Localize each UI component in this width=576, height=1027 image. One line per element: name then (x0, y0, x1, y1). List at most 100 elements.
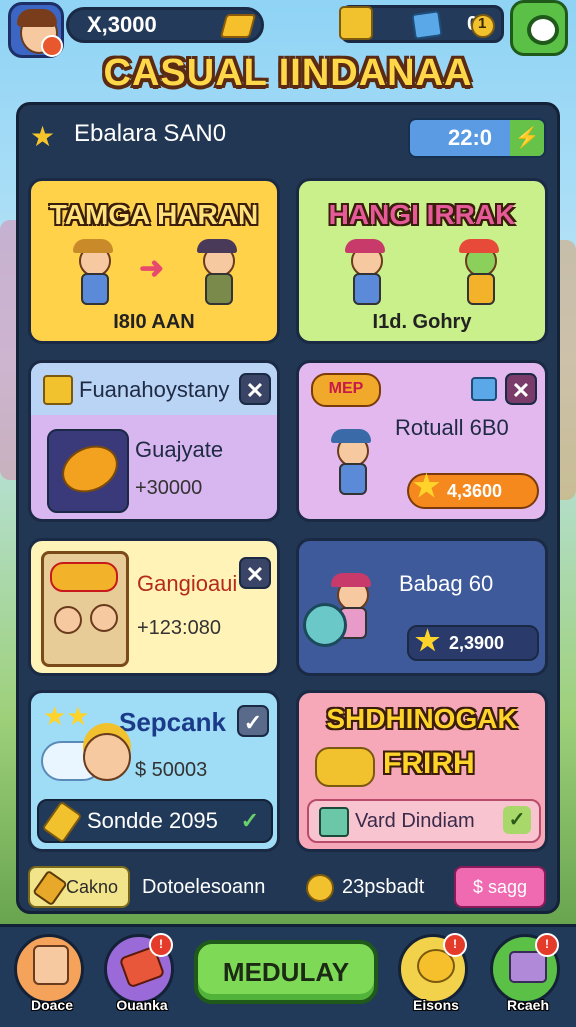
event-card-2-title: HANGI IRRAK (328, 199, 516, 230)
coin-stack-icon (306, 874, 334, 902)
shop-card-7[interactable]: ★★ Sepcank ✓ $ 50003 Sondde 2095 ✓ (28, 690, 280, 852)
shop-card-7-button[interactable]: Sondde 2095 ✓ (37, 799, 273, 844)
boost-icon: ⚡ (510, 120, 544, 156)
panel-header: ★ Ebalara SAN0 22:0 ⚡ (18, 108, 558, 162)
character-green-creature-icon (457, 237, 501, 307)
coin-balance[interactable]: X,3000 (66, 7, 264, 43)
shop-card-7-button-label: Sondde 2095 (87, 808, 218, 833)
character-runner-icon (343, 237, 387, 307)
close-icon[interactable]: ✕ (239, 557, 271, 589)
buy-button[interactable]: $ sagg (454, 866, 546, 908)
shop-card-4-price-button[interactable]: ★ 4,3600 (407, 470, 539, 509)
chat-bubble-icon (527, 15, 559, 45)
star-icon: ★ (415, 625, 441, 656)
close-icon[interactable]: ✕ (239, 373, 271, 405)
shop-card-8[interactable]: SHDHINOGAK FRIRH Vard Dindiam ✓ (296, 690, 548, 852)
shop-card-6-price: 2,3900 (449, 633, 505, 653)
star-icon: ★ (30, 121, 56, 152)
shop-card-7-heading: Sepcank (119, 707, 226, 737)
coin-balance-value: X,3000 (87, 12, 157, 37)
wrapped-candy-icon (315, 747, 375, 787)
nav-events[interactable]: ! Eisons (398, 933, 468, 1013)
notification-badge: ! (535, 933, 559, 957)
event-card-1[interactable]: TAMGA HARAN ➜ I8I0 AAN (28, 178, 280, 344)
gem-icon (319, 807, 349, 837)
event-card-1-subtitle: I8I0 AAN (113, 311, 195, 333)
resource-coin-value: 1 (478, 15, 487, 32)
buy-button-label: $ sagg (472, 877, 528, 897)
shop-card-8-button-label: Vard Dindiam (355, 810, 475, 832)
panel-title: Ebalara SAN0 (74, 120, 227, 147)
shop-card-3-heading: Fuanahoystany (79, 377, 230, 402)
shop-card-6[interactable]: Babag 60 ★ 2,3900 (296, 538, 548, 676)
shop-card-7-price: $ 50003 (135, 759, 208, 781)
game-title: CASUAL IINDANAA (103, 52, 473, 94)
shop-card-6-price-button[interactable]: ★ 2,3900 (407, 625, 539, 661)
check-icon: ✓ (240, 808, 259, 833)
gem-box-icon (411, 10, 443, 40)
home-character-icon (33, 945, 69, 985)
stars-icon: ★★ (43, 701, 90, 731)
nav-events-label: Eisons (413, 997, 459, 1013)
shop-card-4[interactable]: MEP ✕ Rotuall 6B0 ★ 4,3600 (296, 360, 548, 522)
treasure-box-icon (339, 6, 373, 40)
gem-box-icon (471, 377, 497, 401)
bottom-row-coin-text: 23psbadt (342, 876, 425, 898)
resource-counter[interactable]: 0 1 (339, 5, 504, 43)
sword-icon (32, 869, 68, 907)
shop-card-8-button[interactable]: Vard Dindiam ✓ (307, 799, 541, 843)
shop-card-8-title-line2: FRIRH (383, 747, 475, 780)
sword-icon (41, 800, 83, 844)
character-pair-icon (41, 551, 129, 667)
nav-chest[interactable]: ! Rcaeh (490, 933, 560, 1013)
shop-card-8-title-line1: SHDHINOGAK (326, 703, 518, 734)
event-card-2[interactable]: HANGI IRRAK I1d. Gohry (296, 178, 548, 344)
arrow-right-icon: ➜ (139, 252, 165, 285)
shop-card-8-title: SHDHINOGAK (299, 703, 545, 735)
mep-tag-label: MEP (328, 380, 364, 397)
timer-badge[interactable]: 22:0 ⚡ (408, 118, 546, 158)
chat-button[interactable] (510, 0, 568, 56)
avatar-hair (17, 9, 57, 27)
nav-home[interactable]: Doace (14, 934, 84, 1013)
character-blonde-icon (83, 733, 131, 781)
event-card-1-title: TAMGA HARAN (49, 199, 259, 230)
shop-card-4-price: 4,3600 (447, 481, 503, 501)
check-icon: ✓ (503, 806, 531, 834)
shop-card-3-price: +30000 (135, 477, 203, 499)
cakno-button-label: Cakno (66, 877, 119, 897)
close-icon[interactable]: ✕ (505, 373, 537, 405)
play-button[interactable]: MEDULAY (194, 940, 378, 1004)
cakno-button[interactable]: Cakno (28, 866, 130, 908)
shop-card-5[interactable]: Gangioaui +123:080 ✕ (28, 538, 280, 676)
check-icon[interactable]: ✓ (237, 705, 269, 737)
shop-card-4-item: Rotuall 6B0 (395, 415, 509, 440)
bottom-row-text: Dotoelesoann (142, 876, 266, 898)
play-button-label: MEDULAY (222, 957, 350, 987)
shop-card-3[interactable]: Fuanahoystany ✕ Guajyate +30000 (28, 360, 280, 522)
event-card-2-subtitle: I1d. Gohry (372, 311, 472, 333)
shop-card-3-item: Guajyate (135, 437, 224, 462)
character-explorer-icon (71, 237, 115, 307)
notification-badge: ! (149, 933, 173, 957)
nav-shop[interactable]: ! Ouanka (104, 933, 174, 1013)
bottom-info-row: Cakno Dotoelesoann 23psbadt $ sagg (28, 866, 548, 908)
nav-home-label: Doace (30, 997, 74, 1013)
character-girl-icon (195, 237, 239, 307)
timer-value: 22:0 (448, 125, 493, 150)
shield-icon (303, 603, 347, 647)
character-boy-icon (329, 427, 373, 497)
notification-badge: ! (443, 933, 467, 957)
star-icon: ★ (413, 470, 440, 503)
mep-tag: MEP (311, 373, 381, 407)
shop-card-5-item: Gangioaui (137, 571, 238, 596)
player-avatar[interactable] (8, 2, 64, 58)
resource-coin-icon: 1 (471, 14, 495, 38)
shop-card-5-price: +123:080 (137, 617, 221, 639)
nav-chest-label: Rcaeh (506, 997, 550, 1013)
golden-fish-icon (47, 429, 129, 513)
nav-shop-label: Ouanka (116, 997, 168, 1013)
shop-card-6-item: Babag 60 (399, 571, 494, 596)
gift-box-icon (43, 375, 73, 405)
top-bar: X,3000 0 1 (0, 0, 576, 58)
